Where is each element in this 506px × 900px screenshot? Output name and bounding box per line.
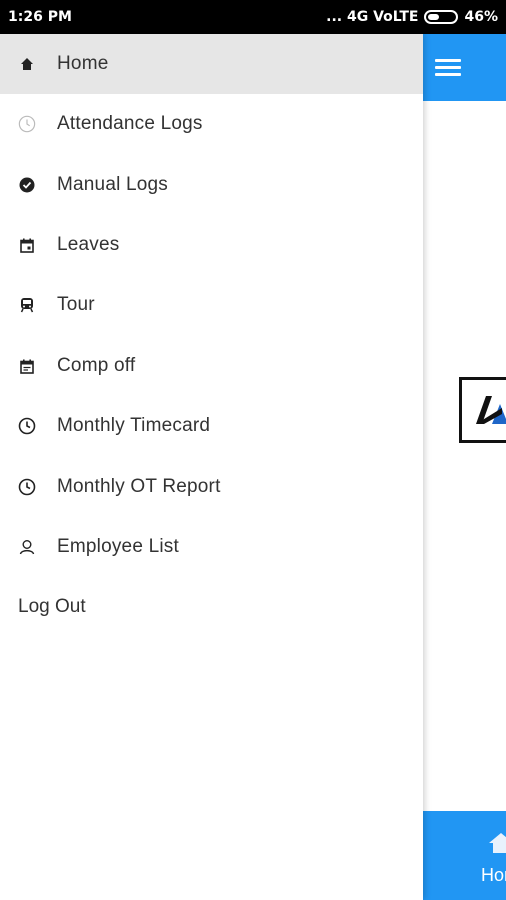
drawer-item-monthly-timecard[interactable]: Monthly Timecard [0, 396, 423, 456]
drawer-item-label: Home [57, 53, 109, 74]
app-toolbar [423, 34, 506, 101]
drawer-item-monthly-ot-report[interactable]: Monthly OT Report [0, 457, 423, 517]
clock-icon [18, 417, 36, 435]
clock-icon [18, 478, 36, 496]
status-bar: 1:26 PM ... 4G VoLTE 46% [0, 0, 506, 34]
navigation-drawer: Home Attendance Logs Manual Logs Leaves … [0, 34, 423, 900]
app-logo [459, 377, 506, 443]
drawer-item-label: Monthly OT Report [57, 476, 221, 497]
network-indicators: ... 4G VoLTE [326, 9, 419, 25]
drawer-item-manual-logs[interactable]: Manual Logs [0, 155, 423, 215]
check-circle-icon [18, 176, 36, 194]
home-icon[interactable] [487, 831, 506, 855]
drawer-item-label: Attendance Logs [57, 113, 203, 134]
hamburger-menu-icon[interactable] [435, 59, 461, 77]
train-icon [18, 296, 36, 314]
calendar-event-icon [18, 236, 36, 254]
drawer-item-label: Employee List [57, 536, 179, 557]
battery-level: 46% [464, 9, 498, 25]
drawer-item-label: Leaves [57, 234, 120, 255]
battery-icon [424, 10, 459, 24]
drawer-item-comp-off[interactable]: Comp off [0, 336, 423, 396]
clock-outline-icon [18, 115, 36, 133]
bottom-navigation: Hom [423, 811, 506, 900]
drawer-item-label: Monthly Timecard [57, 415, 211, 436]
drawer-item-home[interactable]: Home [0, 34, 423, 94]
drawer-item-label: Tour [57, 294, 95, 315]
home-icon [18, 55, 36, 73]
status-indicators: ... 4G VoLTE 46% [326, 9, 498, 25]
drawer-item-label: Manual Logs [57, 174, 168, 195]
drawer-item-leaves[interactable]: Leaves [0, 215, 423, 275]
drawer-item-attendance-logs[interactable]: Attendance Logs [0, 94, 423, 154]
bottom-nav-home-label[interactable]: Hom [481, 865, 506, 886]
drawer-item-label: Comp off [57, 355, 136, 376]
calendar-note-icon [18, 357, 36, 375]
status-time: 1:26 PM [8, 9, 72, 25]
drawer-item-employee-list[interactable]: Employee List [0, 517, 423, 577]
drawer-item-tour[interactable]: Tour [0, 275, 423, 335]
logout-link[interactable]: Log Out [18, 596, 86, 618]
person-icon [18, 538, 36, 556]
